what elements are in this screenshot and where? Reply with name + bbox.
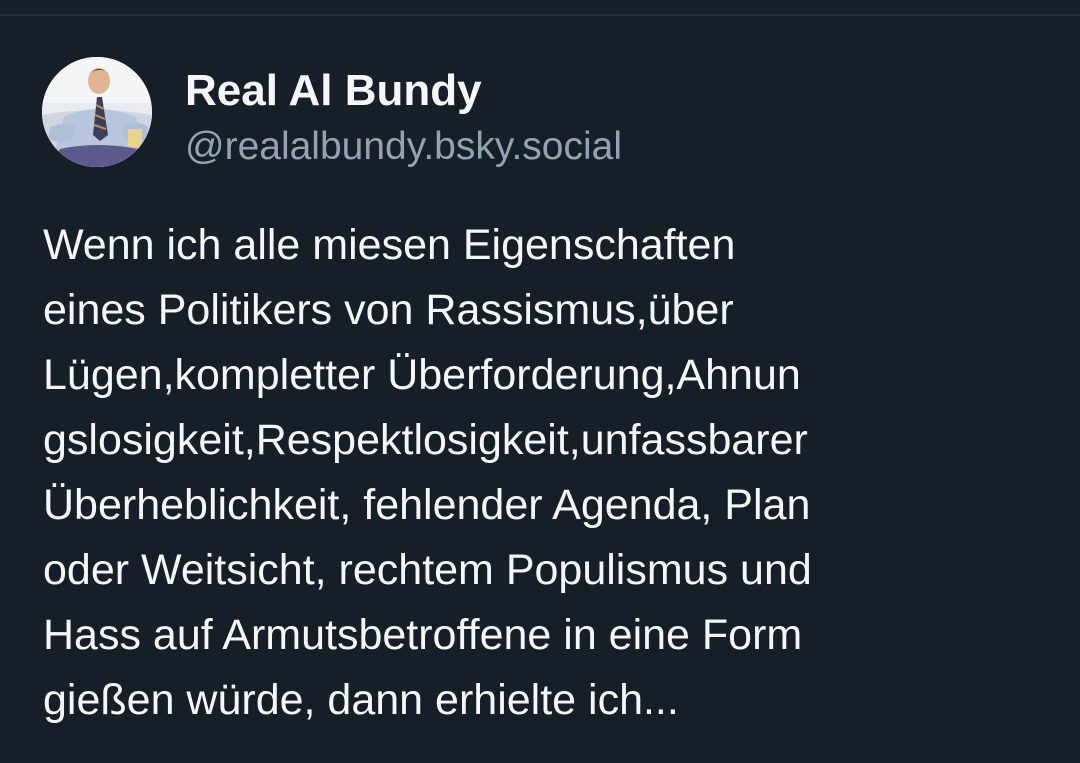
post-text-line: Lügen,kompletter Überforderung,Ahnun [43, 351, 801, 399]
post-text-line: oder Weitsicht, rechtem Populismus und [43, 546, 812, 594]
top-divider [0, 14, 1080, 16]
author-display-name[interactable]: Real Al Bundy [185, 64, 622, 118]
avatar[interactable] [42, 57, 152, 167]
post-text-line: Wenn ich alle miesen Eigenschaften [43, 221, 736, 269]
post-text-line: gslosigkeit,Respektlosigkeit,unfassbarer [43, 416, 808, 464]
post-text-line: eines Politikers von Rassismus,über [43, 286, 734, 334]
post-text-line: Überheblichkeit, fehlender Agenda, Plan [43, 481, 811, 529]
author-handle[interactable]: @realalbundy.bsky.social [185, 122, 622, 172]
post-card: Real Al Bundy @realalbundy.bsky.social W… [0, 0, 1080, 763]
post-text: Wenn ich alle miesen Eigenschaften eines… [43, 213, 1043, 733]
post-text-line: Hass auf Armutsbetroffene in eine Form [43, 611, 803, 659]
post-text-line: gießen würde, dann erhielte ich... [43, 676, 679, 724]
author-info: Real Al Bundy @realalbundy.bsky.social [185, 64, 622, 172]
avatar-image [42, 57, 152, 167]
